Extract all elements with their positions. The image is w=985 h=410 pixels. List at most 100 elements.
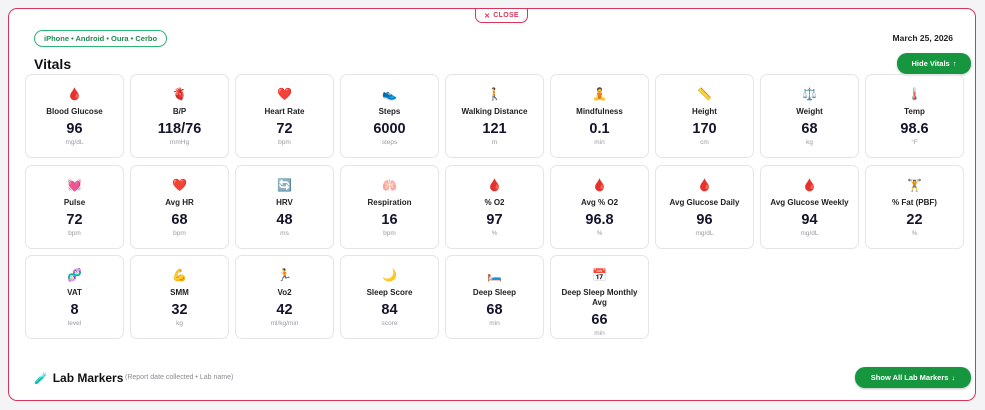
vital-unit: %	[491, 229, 498, 237]
vital-card[interactable]: 💓 Pulse 72 bpm	[25, 164, 124, 249]
syringe-icon: 🧪	[34, 372, 48, 385]
vital-value: 96.8	[585, 211, 614, 228]
vital-unit: mg/dL	[65, 139, 84, 146]
vital-label: % Fat (PBF)	[892, 197, 937, 207]
vital-unit: ml/kg/min	[270, 320, 299, 327]
vital-value: 72	[276, 121, 293, 137]
vital-value: 42	[276, 302, 293, 318]
vital-unit: mg/dL	[695, 229, 714, 237]
vital-card[interactable]: 🫁 Respiration 16 bpm	[340, 164, 439, 249]
vital-label: Weight	[796, 107, 823, 116]
vital-card[interactable]: 🩸 Blood Glucose 96 mg/dL	[25, 74, 124, 158]
vital-label: Steps	[378, 107, 401, 116]
vital-icon: ⚖️	[802, 87, 817, 101]
vital-value: 6000	[373, 121, 406, 137]
vital-label: Avg % O2	[580, 197, 619, 207]
hide-vitals-label: Hide Vitals	[911, 59, 950, 68]
vital-icon: 🌙	[382, 268, 397, 282]
vital-label: Avg HR	[165, 197, 194, 207]
vital-label: HRV	[276, 197, 293, 207]
vital-card[interactable]: 🩸 Avg Glucose Daily 96 mg/dL	[655, 164, 754, 249]
vital-value: 121	[482, 121, 507, 137]
report-date: March 25, 2026	[892, 33, 953, 43]
vital-unit: steps	[381, 139, 398, 146]
vital-label: Mindfulness	[576, 107, 623, 116]
vital-card[interactable]: 💪 SMM 32 kg	[130, 255, 229, 339]
vital-card[interactable]: 🏃 Vo2 42 ml/kg/min	[235, 255, 334, 339]
vital-card[interactable]: 🧘 Mindfulness 0.1 min	[550, 74, 649, 158]
vital-value: 84	[381, 302, 398, 318]
show-lab-markers-button[interactable]: Show All Lab Markers ↓	[855, 367, 971, 388]
vital-value: 68	[486, 302, 503, 318]
vital-value: 68	[801, 121, 818, 137]
vital-card[interactable]: ❤️ Avg HR 68 bpm	[130, 164, 229, 249]
vital-value: 32	[171, 302, 188, 318]
vital-card[interactable]: 🩸 Avg Glucose Weekly 94 mg/dL	[760, 164, 859, 249]
vital-label: Pulse	[63, 197, 86, 207]
vital-unit: min	[594, 330, 605, 337]
vital-card[interactable]: 🌡️ Temp 98.6 °F	[865, 74, 964, 158]
vital-icon: 🧬	[67, 268, 82, 282]
vital-icon: 🩸	[67, 87, 82, 101]
vital-unit: bpm	[383, 229, 396, 237]
vitals-panel: ✕ CLOSE iPhone • Android • Oura • Cerbo …	[8, 8, 976, 401]
vital-card[interactable]: ⚖️ Weight 68 kg	[760, 74, 859, 158]
vital-label: Temp	[904, 107, 925, 116]
vital-card[interactable]: 🚶 Walking Distance 121 m	[445, 74, 544, 158]
vital-icon: 🧘	[592, 87, 607, 101]
vital-value: 22	[906, 211, 923, 228]
vital-unit: min	[594, 139, 605, 146]
vital-label: Respiration	[367, 197, 412, 207]
vital-card[interactable]: 🛏️ Deep Sleep 68 min	[445, 255, 544, 339]
vital-unit: cm	[700, 139, 709, 146]
vital-label: Sleep Score	[366, 288, 413, 297]
vital-value: 72	[66, 211, 83, 228]
vital-unit: m	[491, 139, 498, 146]
vital-icon: 💓	[67, 177, 82, 192]
vital-label: Blood Glucose	[46, 107, 103, 116]
close-button[interactable]: ✕ CLOSE	[475, 9, 528, 23]
vital-value: 118/76	[157, 121, 202, 137]
vital-card[interactable]: 🧬 VAT 8 level	[25, 255, 124, 339]
vital-label: Deep Sleep Monthly Avg	[561, 288, 638, 307]
vital-unit: mmHg	[169, 139, 190, 146]
vital-unit: °F	[911, 139, 918, 146]
vital-value: 94	[801, 211, 818, 228]
vital-card[interactable]: 🩸 % O2 97%	[445, 164, 544, 249]
close-label: CLOSE	[493, 12, 519, 19]
hide-vitals-button[interactable]: Hide Vitals ↑	[897, 53, 971, 74]
vital-icon: ❤️	[172, 177, 187, 192]
show-lab-markers-label: Show All Lab Markers	[870, 373, 949, 382]
vital-value: 16	[381, 211, 398, 228]
vital-icon: 🩸	[802, 177, 817, 192]
vital-card[interactable]: 🩸 Avg % O2 96.8%	[550, 164, 649, 249]
devices-badge: iPhone • Android • Oura • Cerbo	[34, 30, 168, 47]
vital-unit: score	[381, 320, 398, 327]
vital-icon: ❤️	[277, 87, 292, 101]
vital-value: 97	[486, 211, 503, 228]
vital-label: SMM	[170, 288, 189, 297]
section-title: Vitals	[34, 56, 72, 72]
vital-value: 68	[171, 211, 188, 228]
vital-unit: kg	[176, 320, 183, 327]
vital-icon: 🩸	[487, 177, 502, 192]
vital-card[interactable]: 🫀 B/P 118/76 mmHg	[130, 74, 229, 158]
vital-label: Avg Glucose Daily	[669, 197, 740, 207]
vital-card[interactable]: 🏋️ % Fat (PBF) 22%	[865, 164, 964, 249]
vital-unit: kg	[806, 139, 813, 146]
vital-card[interactable]: 📅 Deep Sleep Monthly Avg 66 min	[550, 255, 649, 339]
vital-card[interactable]: 👟 Steps 6000 steps	[340, 74, 439, 158]
lab-markers-subtitle: (Report date collected • Lab name)	[125, 374, 234, 381]
vital-card[interactable]: 📏 Height 170 cm	[655, 74, 754, 158]
vital-unit: %	[911, 229, 918, 237]
vital-unit: bpm	[68, 229, 81, 237]
vital-card[interactable]: 🌙 Sleep Score 84 score	[340, 255, 439, 339]
vital-icon: 📅	[592, 268, 607, 282]
vital-card[interactable]: ❤️ Heart Rate 72 bpm	[235, 74, 334, 158]
vital-icon: 🫁	[382, 177, 397, 192]
vital-label: Heart Rate	[264, 107, 305, 116]
vital-icon: 🏃	[277, 268, 292, 282]
vital-icon: 🏋️	[907, 177, 922, 192]
vital-unit: mg/dL	[800, 229, 819, 237]
vital-card[interactable]: 🔄 HRV 48 ms	[235, 164, 334, 249]
